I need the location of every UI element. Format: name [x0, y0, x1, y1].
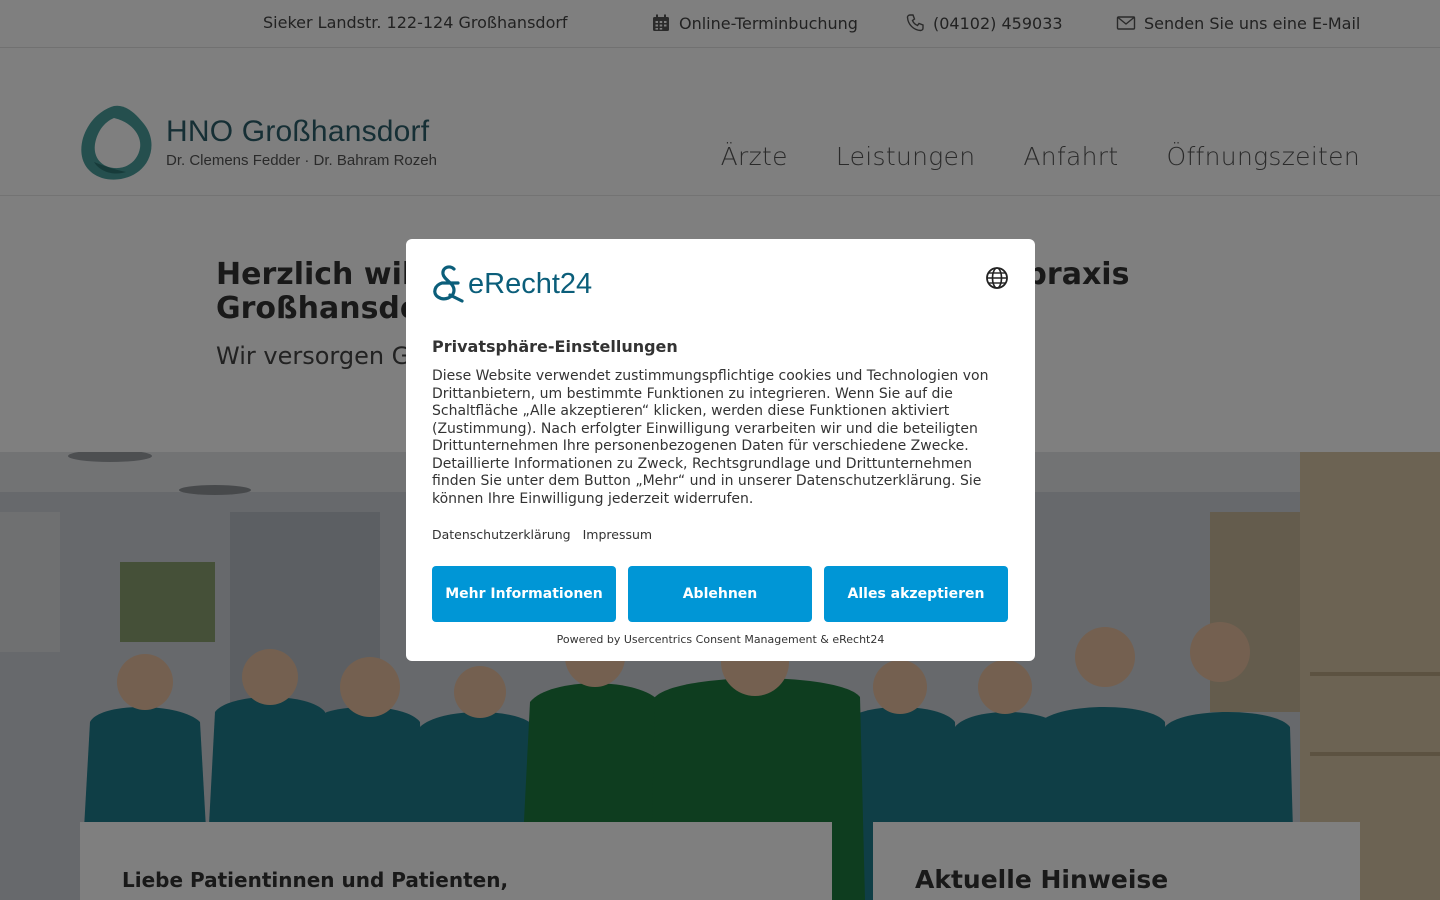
consent-description: Diese Website verwendet zustimmungspflic… [432, 368, 989, 507]
erecht24-ampersand-icon [433, 265, 464, 303]
decline-button[interactable]: Ablehnen [628, 566, 812, 622]
accept-all-button[interactable]: Alles akzeptieren [824, 566, 1008, 622]
erecht24-brand-text: eRecht24 [468, 267, 593, 300]
consent-links: Datenschutzerklärung Impressum [432, 527, 652, 542]
language-globe-icon[interactable] [985, 266, 1009, 290]
erecht24-logo: eRecht24 [432, 265, 592, 303]
more-info-button[interactable]: Mehr Informationen [432, 566, 616, 622]
imprint-link[interactable]: Impressum [583, 527, 652, 542]
privacy-policy-link[interactable]: Datenschutzerklärung [432, 527, 571, 542]
consent-title: Privatsphäre-Einstellungen [432, 337, 678, 356]
consent-dialog: eRecht24 Privatsphäre-Einstellungen Dies… [406, 239, 1035, 661]
powered-by-text: Powered by Usercentrics Consent Manageme… [556, 633, 885, 646]
